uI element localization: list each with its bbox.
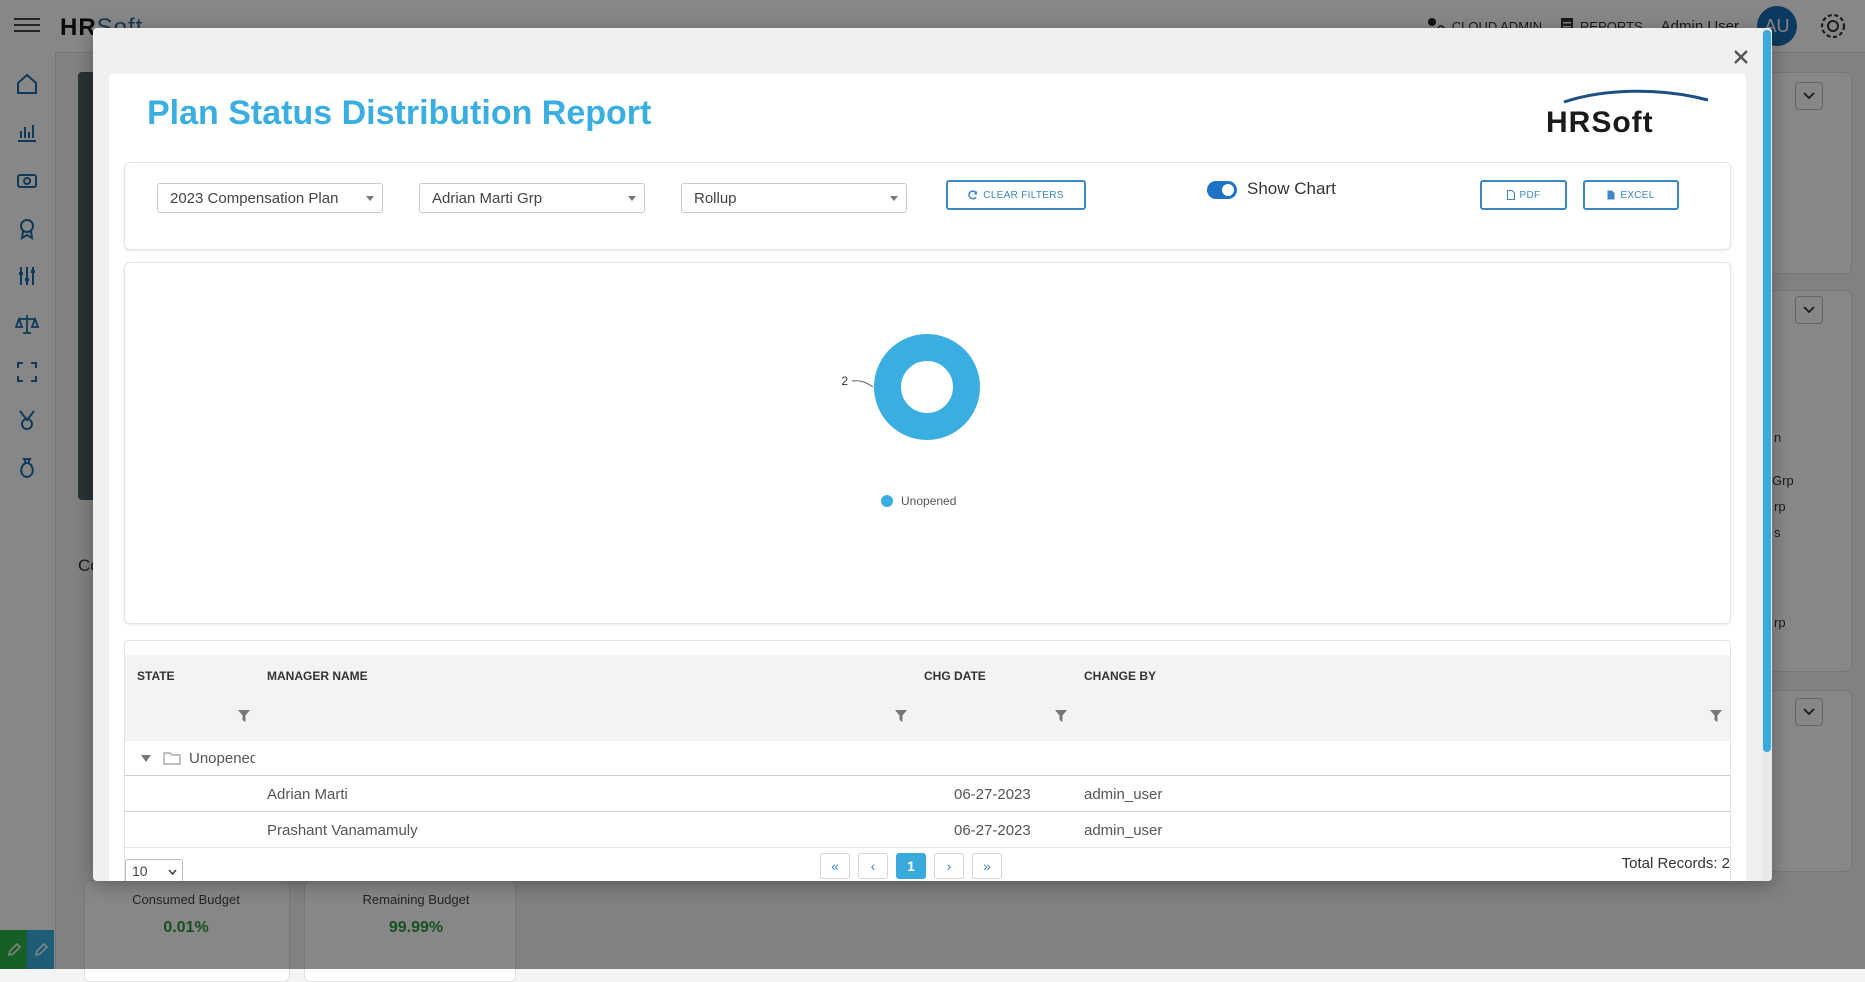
legend-label: Unopened: [901, 494, 956, 508]
scrollbar-thumb[interactable]: [1763, 30, 1771, 752]
chg-date-cell: 06-27-2023: [954, 786, 1031, 803]
refresh-icon: [968, 190, 978, 200]
hrsoft-logo: HRSoft: [1546, 89, 1709, 139]
file-excel-icon: [1607, 190, 1615, 200]
filter-icon[interactable]: [894, 709, 908, 723]
last-page-icon[interactable]: »: [972, 853, 1002, 879]
total-records: Total Records: 2: [1621, 855, 1730, 872]
caret-down-icon[interactable]: [141, 755, 151, 762]
plan-select-value: 2023 Compensation Plan: [170, 190, 339, 207]
excel-label: EXCEL: [1620, 189, 1655, 201]
pdf-button[interactable]: PDF: [1480, 180, 1567, 210]
first-page-icon[interactable]: «: [820, 853, 850, 879]
group-label: Unopened: [189, 750, 255, 767]
page-button-current[interactable]: 1: [896, 853, 926, 879]
chart-panel: 2 Unopened: [124, 262, 1731, 624]
next-page-icon[interactable]: ›: [934, 853, 964, 879]
group-select-value: Adrian Marti Grp: [432, 190, 543, 207]
filter-icon[interactable]: [237, 709, 251, 723]
clear-filters-label: CLEAR FILTERS: [983, 189, 1064, 201]
data-label-leader: [851, 380, 874, 388]
previous-page-icon[interactable]: ‹: [858, 853, 888, 879]
show-chart-toggle[interactable]: [1207, 181, 1237, 199]
manager-name-cell: Prashant Vanamamuly: [267, 822, 418, 839]
filter-icon[interactable]: [1709, 709, 1723, 723]
close-icon[interactable]: [1730, 46, 1752, 68]
filter-icon[interactable]: [1054, 709, 1068, 723]
donut-slice-unopened[interactable]: [874, 334, 980, 440]
change-by-cell: admin_user: [1084, 786, 1163, 803]
legend-item[interactable]: Unopened: [881, 494, 956, 508]
report-modal: Plan Status Distribution Report HRSoft 2…: [93, 28, 1772, 881]
report-panel: Plan Status Distribution Report HRSoft 2…: [109, 74, 1746, 881]
chg-date-cell: 06-27-2023: [954, 822, 1031, 839]
manager-name-cell: Adrian Marti: [267, 786, 348, 803]
page-size-select[interactable]: 10: [125, 859, 183, 881]
status-donut-chart: 2 Unopened: [841, 334, 980, 508]
file-icon: [1506, 190, 1515, 200]
column-header-manager-name[interactable]: MANAGER NAME: [267, 669, 368, 683]
group-row[interactable]: Unopened: [125, 741, 1730, 776]
show-chart-label: Show Chart: [1247, 179, 1336, 198]
group-select[interactable]: Adrian Marti Grp: [419, 183, 645, 213]
table-row[interactable]: Adrian Marti 06-27-2023 admin_user: [125, 777, 1730, 812]
table-row[interactable]: Prashant Vanamamuly 06-27-2023 admin_use…: [125, 813, 1730, 848]
pagination: « ‹ 1 › »: [820, 853, 1002, 879]
grid-header: STATE MANAGER NAME CHG DATE CHANGE BY: [125, 655, 1730, 741]
plan-select[interactable]: 2023 Compensation Plan: [157, 183, 383, 213]
caret-down-icon: [366, 196, 374, 201]
page-size-value: 10: [132, 863, 148, 879]
legend-marker: [881, 495, 893, 507]
page-title: Plan Status Distribution Report: [147, 94, 652, 132]
pdf-label: PDF: [1519, 189, 1541, 201]
clear-filters-button[interactable]: CLEAR FILTERS: [946, 180, 1086, 210]
filter-bar: 2023 Compensation Plan Adrian Marti Grp …: [124, 162, 1731, 250]
status-grid: STATE MANAGER NAME CHG DATE CHANGE BY Un…: [124, 640, 1731, 881]
data-label: 2: [841, 374, 848, 388]
modal-scrollbar[interactable]: [1762, 28, 1772, 881]
hrsoft-logo-text: HRSoft: [1546, 106, 1654, 139]
column-header-chg-date[interactable]: CHG DATE: [924, 669, 986, 683]
column-header-state[interactable]: STATE: [137, 669, 175, 683]
view-select-value: Rollup: [694, 190, 737, 207]
caret-down-icon: [890, 196, 898, 201]
caret-down-icon: [628, 196, 636, 201]
folder-icon: [163, 752, 181, 765]
view-select[interactable]: Rollup: [681, 183, 907, 213]
chevron-down-icon: [168, 869, 177, 875]
change-by-cell: admin_user: [1084, 822, 1163, 839]
excel-button[interactable]: EXCEL: [1583, 180, 1679, 210]
column-header-change-by[interactable]: CHANGE BY: [1084, 669, 1156, 683]
